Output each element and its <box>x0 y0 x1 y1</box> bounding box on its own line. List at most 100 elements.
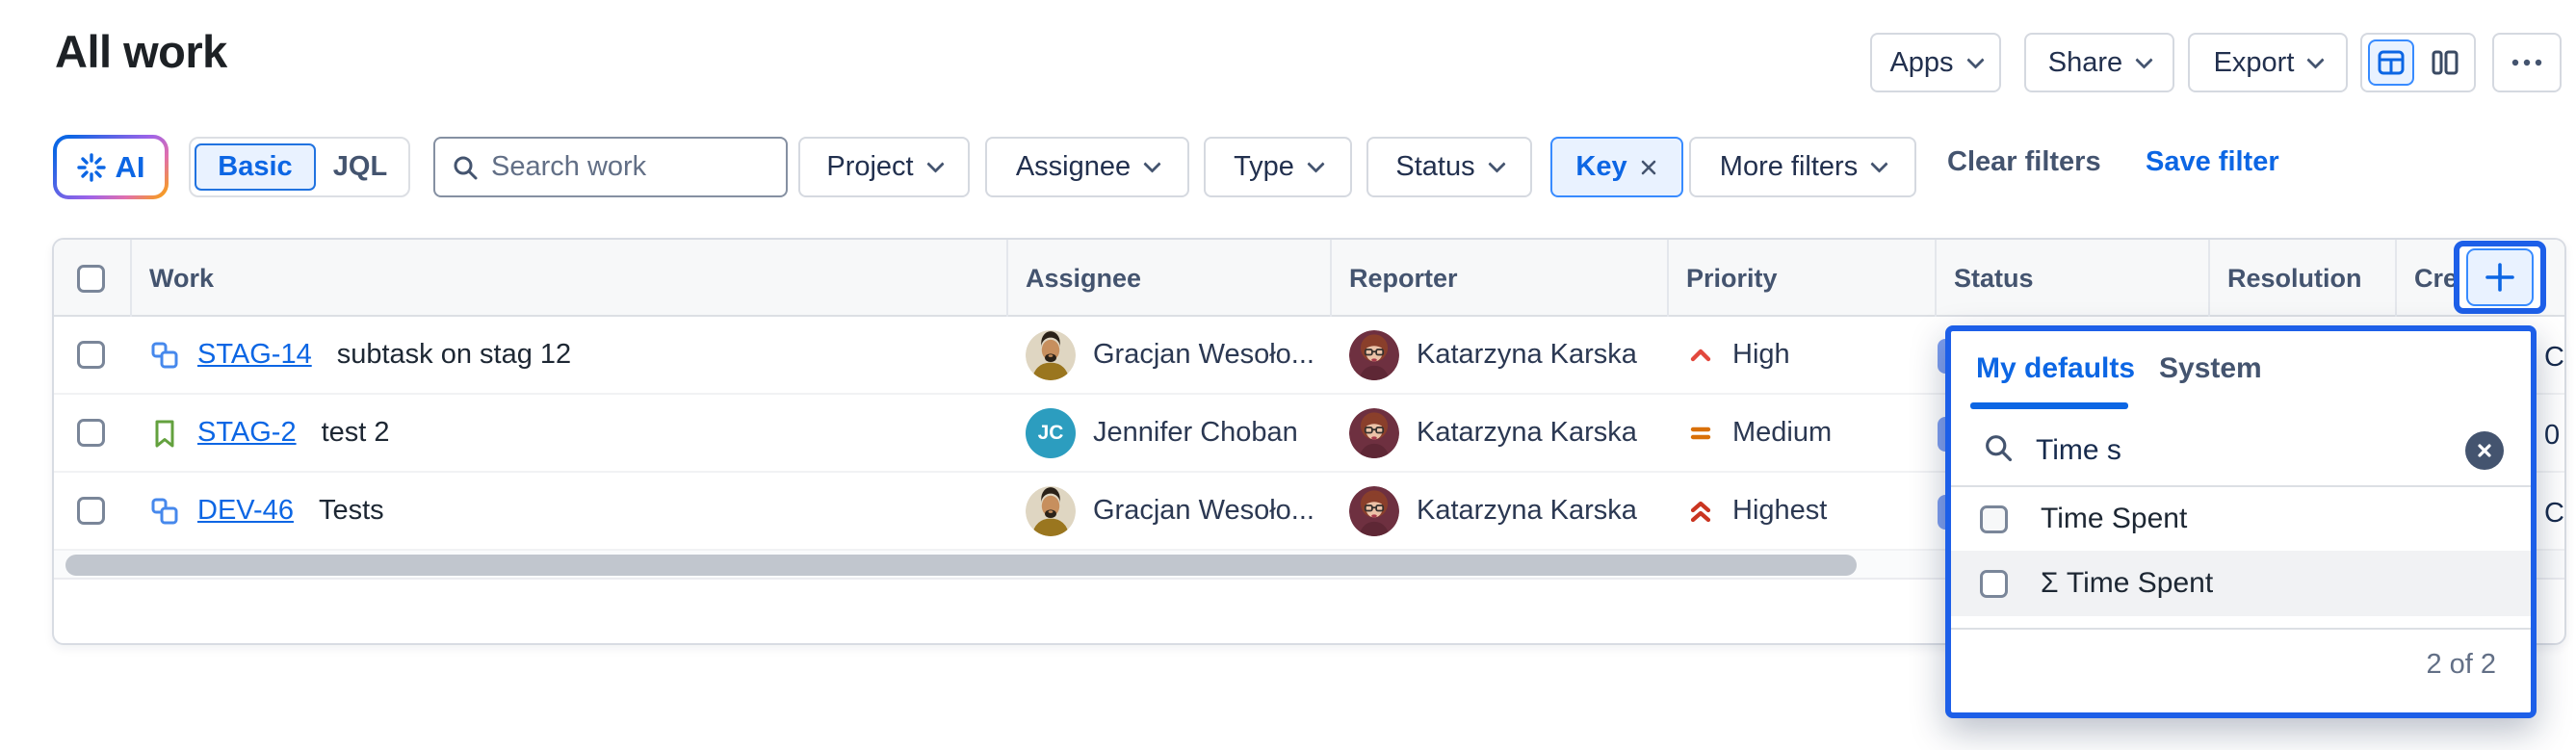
chevron-down-icon <box>1307 155 1324 172</box>
column-header-reporter[interactable]: Reporter <box>1349 240 1458 317</box>
chevron-down-icon <box>1143 155 1160 172</box>
highest-priority-icon <box>1686 497 1715 526</box>
high-priority-icon <box>1686 341 1715 370</box>
more-options-button[interactable] <box>2492 33 2562 92</box>
chevron-down-icon <box>926 155 944 172</box>
column-header-created[interactable]: Cre <box>2414 240 2458 317</box>
add-column-focus-ring <box>2454 241 2546 314</box>
ai-button[interactable]: AI <box>53 135 169 199</box>
column-header-status[interactable]: Status <box>1954 240 2034 317</box>
chevron-down-icon <box>1966 51 1984 68</box>
subtask-icon <box>149 496 180 527</box>
active-tab-indicator <box>1970 402 2128 409</box>
row-checkbox[interactable] <box>77 473 105 549</box>
share-button[interactable]: Share <box>2024 33 2174 92</box>
work-item-key-link[interactable]: DEV-46 <box>197 495 294 527</box>
column-header-priority[interactable]: Priority <box>1686 240 1778 317</box>
add-column-button[interactable] <box>2466 248 2534 306</box>
export-button-label: Export <box>2214 47 2295 79</box>
work-item-key-link[interactable]: STAG-2 <box>197 417 297 449</box>
chevron-down-icon <box>1488 155 1505 172</box>
row-checkbox[interactable] <box>77 317 105 393</box>
column-search-input[interactable] <box>2036 426 2402 476</box>
row-checkbox[interactable] <box>77 395 105 471</box>
reporter-name: Katarzyna Karska <box>1417 495 1637 527</box>
option-checkbox[interactable] <box>1980 505 2008 533</box>
type-filter-dropdown[interactable]: Type <box>1204 137 1352 197</box>
key-filter-label: Key <box>1575 151 1626 183</box>
table-view-icon <box>2377 48 2406 77</box>
share-button-label: Share <box>2048 47 2122 79</box>
clear-filters-button[interactable]: Clear filters <box>1947 146 2101 178</box>
export-button[interactable]: Export <box>2188 33 2348 92</box>
assignee-name: Gracjan Wesoło... <box>1093 495 1314 527</box>
clear-search-button[interactable] <box>2465 431 2504 470</box>
apps-button-label: Apps <box>1889 47 1953 79</box>
avatar <box>1026 330 1076 380</box>
ellipsis-icon <box>2511 58 2543 67</box>
work-item-summary: Tests <box>319 495 384 527</box>
ai-button-label: AI <box>116 150 145 185</box>
subtask-icon <box>149 340 180 371</box>
search-icon <box>1982 431 2015 464</box>
option-label: Time Spent <box>2041 503 2187 535</box>
mode-jql-tab[interactable]: JQL <box>316 151 404 183</box>
search-work-box <box>433 137 788 197</box>
option-checkbox[interactable] <box>1980 570 2008 598</box>
avatar <box>1026 486 1076 536</box>
plus-icon <box>2481 258 2519 297</box>
column-option-sum-time-spent[interactable]: Σ Time Spent <box>1951 551 2531 616</box>
search-icon <box>451 153 480 182</box>
chevron-down-icon <box>2307 51 2325 68</box>
created-value-fragment: 0 <box>2544 420 2560 452</box>
column-header-work[interactable]: Work <box>149 240 214 317</box>
tab-system[interactable]: System <box>2159 352 2262 385</box>
avatar: JC <box>1026 408 1076 458</box>
select-all-checkbox[interactable] <box>77 240 105 317</box>
column-picker-popup: My defaults System Time Spent Σ Time Spe… <box>1945 325 2537 718</box>
column-header-resolution[interactable]: Resolution <box>2227 240 2362 317</box>
assignee-name: Jennifer Choban <box>1093 417 1298 449</box>
work-item-summary: subtask on stag 12 <box>337 339 571 371</box>
close-icon <box>2476 442 2493 459</box>
all-work-page: All work Apps Share Export <box>0 0 2576 750</box>
detail-view-toggle[interactable] <box>2422 39 2468 86</box>
work-item-key-link[interactable]: STAG-14 <box>197 339 312 371</box>
priority-label: Highest <box>1732 495 1827 527</box>
detail-view-icon <box>2431 48 2459 77</box>
more-filters-label: More filters <box>1720 151 1858 183</box>
tab-my-defaults[interactable]: My defaults <box>1976 352 2135 385</box>
status-filter-label: Status <box>1395 151 1474 183</box>
remove-filter-icon[interactable] <box>1639 158 1658 177</box>
avatar <box>1349 486 1399 536</box>
result-count: 2 of 2 <box>2426 649 2496 681</box>
save-filter-button[interactable]: Save filter <box>2146 146 2279 178</box>
priority-label: High <box>1732 339 1790 371</box>
assignee-filter-dropdown[interactable]: Assignee <box>985 137 1189 197</box>
view-toggle-group <box>2360 33 2476 92</box>
column-header-assignee[interactable]: Assignee <box>1026 240 1141 317</box>
mode-basic-tab[interactable]: Basic <box>195 143 316 191</box>
work-item-summary: test 2 <box>322 417 390 449</box>
search-work-input[interactable] <box>491 151 742 183</box>
query-mode-switcher: Basic JQL <box>189 137 410 197</box>
key-filter-chip[interactable]: Key <box>1550 137 1683 197</box>
story-icon <box>149 418 180 449</box>
avatar <box>1349 408 1399 458</box>
table-view-toggle[interactable] <box>2368 39 2414 86</box>
reporter-name: Katarzyna Karska <box>1417 339 1637 371</box>
table-header-row: Work Assignee Reporter Priority Status R… <box>54 240 2564 317</box>
type-filter-label: Type <box>1234 151 1294 183</box>
project-filter-dropdown[interactable]: Project <box>798 137 970 197</box>
assignee-filter-label: Assignee <box>1016 151 1131 183</box>
medium-priority-icon <box>1686 419 1715 448</box>
horizontal-scrollbar-thumb[interactable] <box>65 555 1857 576</box>
chevron-down-icon <box>2135 51 2152 68</box>
apps-button[interactable]: Apps <box>1870 33 2001 92</box>
chevron-down-icon <box>1871 155 1888 172</box>
status-filter-dropdown[interactable]: Status <box>1366 137 1532 197</box>
more-filters-dropdown[interactable]: More filters <box>1689 137 1916 197</box>
column-option-time-spent[interactable]: Time Spent <box>1951 487 2531 551</box>
priority-label: Medium <box>1732 417 1832 449</box>
assignee-name: Gracjan Wesoło... <box>1093 339 1314 371</box>
